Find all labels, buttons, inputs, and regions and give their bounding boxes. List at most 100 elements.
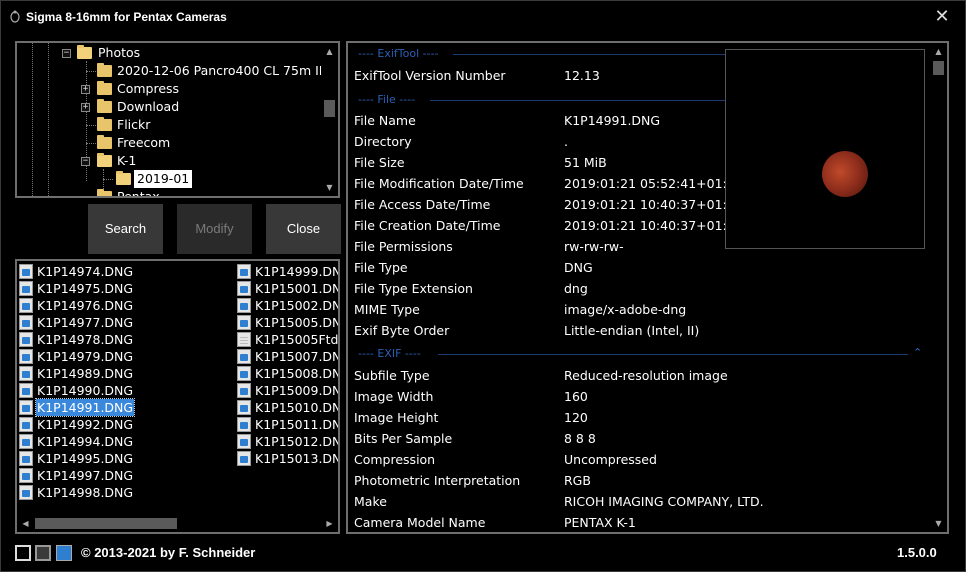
image-file-icon	[19, 400, 33, 415]
theme-swatch-gray[interactable]	[35, 545, 51, 561]
exif-key: File Modification Date/Time	[354, 176, 524, 191]
tree-node-freecom[interactable]: Freecom	[17, 134, 327, 152]
theme-swatch-blue[interactable]	[56, 545, 72, 561]
exif-value: 160	[564, 389, 588, 404]
exif-key: File Name	[354, 113, 416, 128]
image-file-icon	[19, 366, 33, 381]
scroll-up-icon[interactable]: ▲	[321, 43, 338, 60]
file-name: K1P14997.DNG	[37, 468, 134, 483]
exif-key: Make	[354, 494, 387, 509]
section-divider	[438, 354, 908, 355]
file-name: K1P14979.DNG	[37, 349, 134, 364]
collapse-icon[interactable]: −	[81, 157, 90, 166]
folder-icon	[97, 117, 112, 131]
scrollbar-thumb[interactable]	[324, 100, 335, 117]
folder-open-icon	[97, 153, 112, 167]
folder-icon	[97, 99, 112, 113]
tree-node-label: Freecom	[117, 135, 171, 150]
file-name: K1P14974.DNG	[37, 264, 134, 279]
image-file-icon	[237, 417, 251, 432]
section-title: ---- File ----	[358, 93, 416, 106]
exif-key: MIME Type	[354, 302, 420, 317]
tree-node-label: Download	[117, 99, 180, 114]
expand-icon[interactable]: +	[81, 85, 90, 94]
scroll-up-icon[interactable]: ▲	[930, 43, 947, 60]
theme-swatch-black[interactable]	[15, 545, 31, 561]
tree-branch-line	[86, 197, 96, 198]
close-button[interactable]: Close	[266, 204, 341, 254]
exif-value: 120	[564, 410, 588, 425]
image-file-icon	[237, 400, 251, 415]
file-name: K1P15005.DNG	[255, 315, 338, 330]
exif-value: 12.13	[564, 68, 600, 83]
image-file-icon	[19, 315, 33, 330]
file-list-horizontal-scrollbar[interactable]: ◀ ▶	[17, 515, 338, 532]
exif-key: ExifTool Version Number	[354, 68, 506, 83]
tree-node-label: Photos	[98, 45, 141, 60]
image-file-icon	[19, 434, 33, 449]
folder-icon	[97, 81, 112, 95]
image-file-icon	[237, 383, 251, 398]
file-name: K1P15012.DNG	[255, 434, 338, 449]
exif-value: Uncompressed	[564, 452, 657, 467]
folder-tree[interactable]: − Photos 2020-12-06 Pancro400 CL 75m II …	[15, 41, 340, 198]
file-list[interactable]: K1P14974.DNG K1P14975.DNG K1P14976.DNG K1P1…	[15, 259, 340, 534]
file-name: K1P14975.DNG	[37, 281, 134, 296]
tree-node-pentax[interactable]: Pentax	[17, 188, 327, 198]
file-name: K1P14995.DNG	[37, 451, 134, 466]
exif-key: File Creation Date/Time	[354, 218, 501, 233]
modify-button[interactable]: Modify	[177, 204, 252, 254]
scroll-down-icon[interactable]: ▼	[930, 515, 947, 532]
tree-node-k1[interactable]: − K-1	[17, 152, 327, 170]
collapse-section-icon[interactable]: ⌃	[913, 344, 922, 362]
image-file-icon	[19, 332, 33, 347]
image-preview	[725, 49, 925, 249]
folder-icon	[97, 135, 112, 149]
exif-vertical-scrollbar[interactable]: ▲ ▼	[930, 43, 947, 532]
tree-node-flickr[interactable]: Flickr	[17, 116, 327, 134]
file-name: K1P15013.DNG	[255, 451, 338, 466]
tree-node-label: Pentax	[117, 189, 160, 198]
exif-key: File Access Date/Time	[354, 197, 491, 212]
tree-node-label: Flickr	[117, 117, 151, 132]
tree-node-2019-01[interactable]: 2019-01	[17, 170, 327, 188]
file-name: K1P14990.DNG	[37, 383, 134, 398]
file-name: K1P14999.DNG	[255, 264, 338, 279]
exif-key: File Type	[354, 260, 408, 275]
image-file-icon	[19, 451, 33, 466]
close-icon[interactable]: ✕	[929, 5, 955, 29]
exif-value: dng	[564, 281, 588, 296]
image-file-icon	[237, 349, 251, 364]
file-name: K1P14978.DNG	[37, 332, 134, 347]
file-name: K1P14989.DNG	[37, 366, 134, 381]
app-window: Sigma 8-16mm for Pentax Cameras ✕ − Phot…	[0, 0, 966, 572]
scroll-left-icon[interactable]: ◀	[17, 515, 34, 532]
search-button[interactable]: Search	[88, 204, 163, 254]
tree-node-photos[interactable]: − Photos	[17, 44, 327, 62]
exif-value: 2019:01:21 10:40:37+01:00	[564, 197, 743, 212]
expand-icon[interactable]: +	[81, 103, 90, 112]
scrollbar-thumb[interactable]	[35, 518, 177, 529]
file-name: K1P14991.DNG	[34, 398, 136, 417]
image-file-icon	[19, 281, 33, 296]
tree-node-pancro[interactable]: 2020-12-06 Pancro400 CL 75m II	[17, 62, 327, 80]
section-divider	[430, 100, 730, 101]
scrollbar-thumb[interactable]	[933, 61, 944, 75]
exif-value: PENTAX K-1	[564, 515, 636, 530]
image-file-icon	[19, 383, 33, 398]
file-name: K1P14977.DNG	[37, 315, 134, 330]
file-name: K1P14976.DNG	[37, 298, 134, 313]
exif-value: 2019:01:21 05:52:41+01:00	[564, 176, 743, 191]
exif-value: rw-rw-rw-	[564, 239, 624, 254]
tree-vertical-scrollbar[interactable]: ▲ ▼	[321, 43, 338, 196]
tree-node-label: 2020-12-06 Pancro400 CL 75m II	[117, 63, 323, 78]
tree-branch-line	[86, 125, 96, 126]
exif-value: Reduced-resolution image	[564, 368, 728, 383]
tree-node-download[interactable]: + Download	[17, 98, 327, 116]
tree-node-compress[interactable]: + Compress	[17, 80, 327, 98]
collapse-icon[interactable]: −	[62, 49, 71, 58]
tree-node-label: K-1	[117, 153, 137, 168]
scroll-down-icon[interactable]: ▼	[321, 179, 338, 196]
scroll-right-icon[interactable]: ▶	[321, 515, 338, 532]
exif-key: Camera Model Name	[354, 515, 486, 530]
